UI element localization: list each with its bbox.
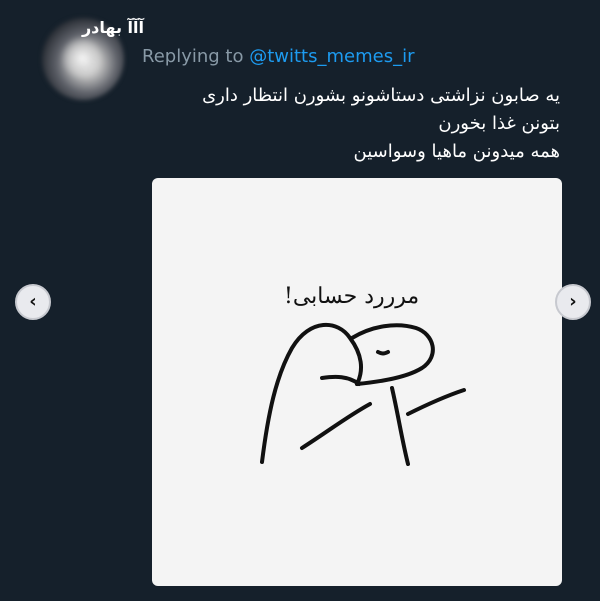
tweet-text: یه صابون نزاشتی دستاشونو بشورن انتظار دا… xyxy=(140,82,560,166)
meme-character-mouth xyxy=(320,374,361,386)
previous-button[interactable]: ‹ xyxy=(15,284,51,320)
chevron-left-icon: ‹ xyxy=(29,291,37,312)
meme-character-chest xyxy=(390,386,410,466)
meme-drawing xyxy=(260,323,466,466)
meme-character-right-arm xyxy=(406,388,466,416)
tweet-line-3: همه میدونن ماهیا وسواسین xyxy=(353,141,560,162)
replying-line: Replying to @twitts_memes_ir xyxy=(142,46,415,67)
meme-character-face xyxy=(350,323,435,386)
tweet-view: آآآ بهادر Replying to @twitts_memes_ir ی… xyxy=(0,0,600,601)
reply-handle-link[interactable]: @twitts_memes_ir xyxy=(249,46,414,67)
next-button[interactable]: › xyxy=(555,284,591,320)
replying-label: Replying to xyxy=(142,46,244,67)
meme-character-eye xyxy=(376,350,390,356)
tweet-line-1: یه صابون نزاشتی دستاشونو بشورن انتظار دا… xyxy=(202,85,560,106)
tweet-media[interactable]: مرررد حسابی! xyxy=(152,178,562,586)
chevron-right-icon: › xyxy=(569,291,577,312)
tweet-line-2: بتونن غذا بخورن xyxy=(438,113,560,134)
username[interactable]: آآآ بهادر xyxy=(82,18,144,37)
avatar-highlight xyxy=(60,36,104,80)
meme-character-arm xyxy=(300,402,372,450)
